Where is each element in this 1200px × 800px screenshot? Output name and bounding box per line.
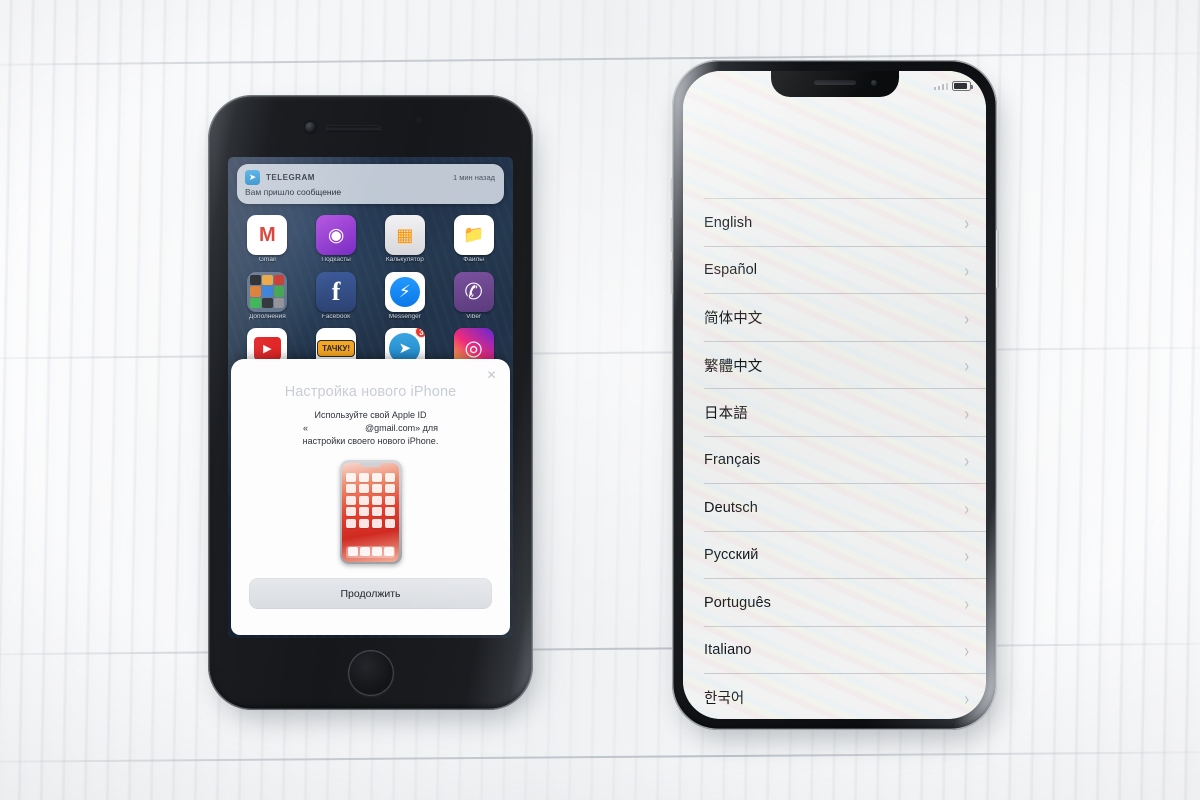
front-camera-icon bbox=[870, 80, 877, 86]
illustration-notch bbox=[360, 462, 381, 467]
photo-scene: Gmail Подкасты Калькулятор Файлы bbox=[0, 0, 1200, 800]
signal-bars-icon bbox=[933, 82, 948, 90]
battery-icon bbox=[952, 81, 973, 91]
earpiece-speaker bbox=[813, 80, 856, 85]
photo-vignette bbox=[0, 0, 1200, 800]
display-notch bbox=[770, 71, 899, 97]
